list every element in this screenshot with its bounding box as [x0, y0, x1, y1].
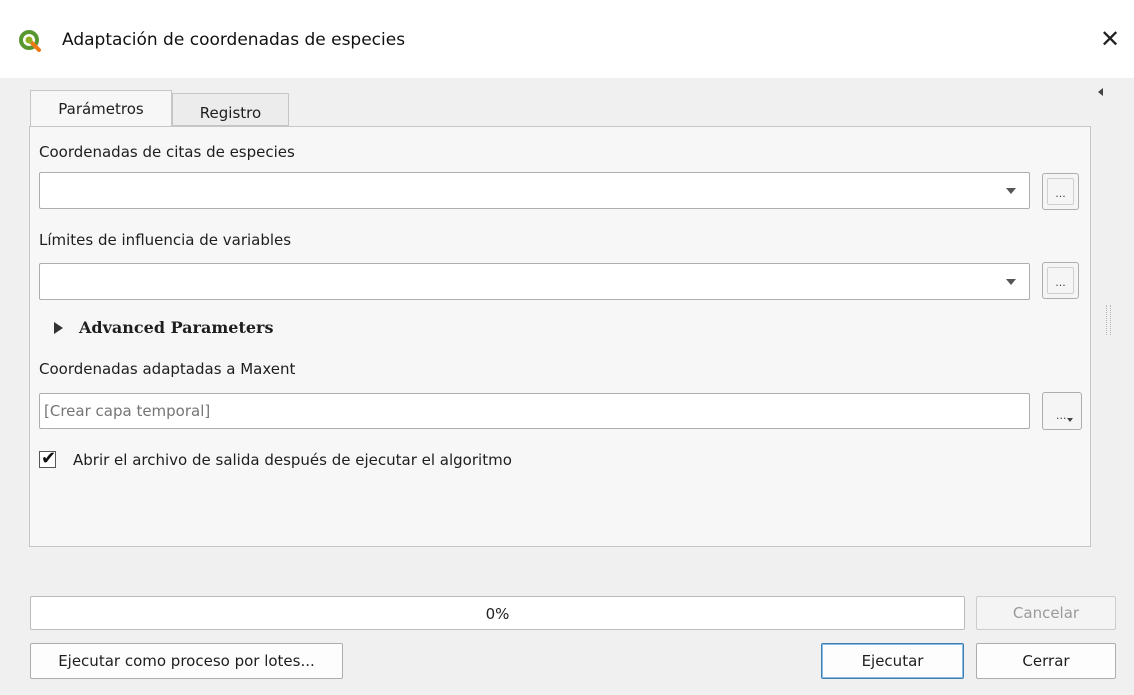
window-title: Adaptación de coordenadas de especies — [62, 30, 406, 50]
title-bar: Adaptación de coordenadas de especies ✕ — [0, 0, 1134, 78]
output-label: Coordenadas adaptadas a Maxent — [39, 360, 296, 378]
tab-registro[interactable]: Registro — [172, 93, 289, 126]
open-output-label: Abrir el archivo de salida después de ej… — [73, 451, 512, 469]
qgis-icon — [19, 30, 41, 52]
collapse-panel-icon[interactable] — [1098, 88, 1103, 96]
button-focus-frame — [1047, 267, 1074, 294]
limits-combo[interactable] — [39, 263, 1030, 300]
tab-label: Parámetros — [58, 100, 144, 118]
run-button[interactable]: Ejecutar — [821, 643, 964, 679]
chevron-right-icon — [54, 322, 63, 334]
close-icon[interactable]: ✕ — [1090, 22, 1130, 56]
chevron-down-icon — [1006, 279, 1016, 285]
chevron-down-icon — [1006, 188, 1016, 194]
batch-process-button[interactable]: Ejecutar como proceso por lotes... — [30, 643, 343, 679]
button-focus-frame — [1047, 178, 1074, 205]
species-coords-label: Coordenadas de citas de especies — [39, 143, 295, 161]
splitter-handle[interactable] — [1106, 305, 1111, 335]
tab-label: Registro — [199, 104, 262, 122]
tab-parametros[interactable]: Parámetros — [30, 90, 172, 126]
cancel-button[interactable]: Cancelar — [976, 596, 1116, 630]
chevron-down-icon — [1067, 418, 1073, 422]
browse-species-coords-button[interactable]: ... — [1042, 173, 1079, 210]
open-output-checkbox[interactable]: ✔ — [39, 448, 57, 469]
progress-text: 0% — [485, 605, 510, 623]
output-field[interactable] — [39, 393, 1030, 429]
ellipsis-icon: ... — [1056, 409, 1067, 422]
close-button[interactable]: Cerrar — [976, 643, 1116, 679]
output-options-button[interactable]: ... — [1042, 392, 1082, 430]
species-coords-combo[interactable] — [39, 172, 1030, 209]
progress-bar: 0% — [30, 596, 965, 630]
advanced-parameters-label: Advanced Parameters — [79, 318, 274, 337]
limits-label: Límites de influencia de variables — [39, 231, 292, 249]
checkmark-icon: ✔ — [41, 448, 57, 469]
browse-limits-button[interactable]: ... — [1042, 262, 1079, 299]
